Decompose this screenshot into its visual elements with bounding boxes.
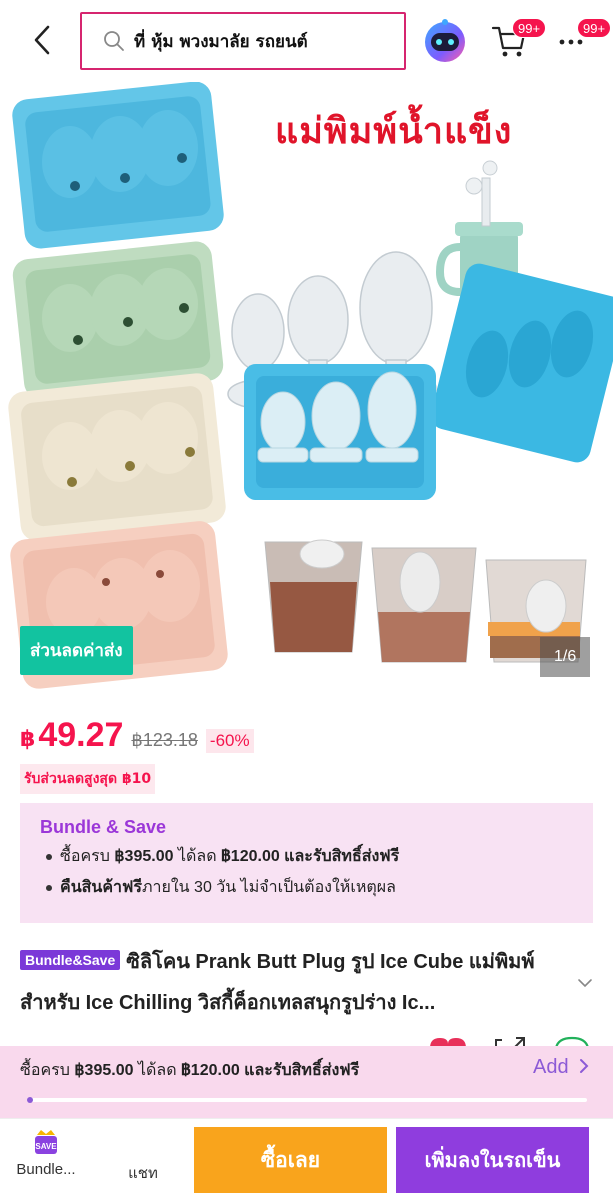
promo-text: ซื้อครบ ฿395.00 ได้ลด ฿120.00 และรับสิทธ…	[20, 1058, 359, 1083]
price-row: ฿ 49.27 ฿123.18 -60%	[20, 716, 254, 755]
bottom-action-bar: SAVE Bundle... แชท ซื้อเลย เพิ่มลงในรถเข…	[0, 1118, 613, 1199]
current-price: 49.27	[38, 716, 124, 754]
blue-ice-tray-image	[12, 82, 224, 249]
blue-tray-with-ice-image	[244, 364, 436, 500]
promo-text-part: ซื้อครบ	[20, 1062, 75, 1079]
free-return-text: ภายใน 30 วัน ไม่จำเป็นต้องให้เหตุผล	[141, 879, 396, 896]
bundle-progress-bar[interactable]: ซื้อครบ ฿395.00 ได้ลด ฿120.00 และรับสิทธ…	[0, 1046, 613, 1118]
add-more-label: Add	[533, 1056, 569, 1078]
original-price: ฿123.18	[131, 730, 198, 750]
bundle-offer-line: ซื้อครบ ฿395.00 ได้ลด ฿120.00 และรับสิทธ…	[40, 844, 573, 869]
buy-now-button[interactable]: ซื้อเลย	[194, 1127, 387, 1193]
search-icon	[104, 31, 124, 51]
bundle-offer-text: ได้ลด	[173, 848, 222, 865]
chevron-down-icon[interactable]	[574, 972, 596, 994]
add-to-cart-button[interactable]: เพิ่มลงในรถเข็น	[396, 1127, 589, 1193]
bundle-save-panel[interactable]: Bundle & Save ซื้อครบ ฿395.00 ได้ลด ฿120…	[20, 803, 593, 923]
free-return-label: คืนสินค้าฟรี	[60, 879, 142, 896]
bundle-return-line: คืนสินค้าฟรีภายใน 30 วัน ไม่จำเป็นต้องให…	[40, 875, 573, 900]
chat-icon	[128, 1127, 158, 1157]
back-button[interactable]	[24, 22, 60, 58]
bullet-icon	[46, 853, 52, 860]
beige-ice-tray-image	[8, 373, 226, 541]
bundle-nav-label: Bundle...	[16, 1161, 76, 1178]
notification-count-badge: 99+	[577, 18, 612, 38]
product-title: Bundle&Save ซิลิโคน Prank Butt Plug รูป I…	[20, 942, 580, 1024]
currency-symbol: ฿	[20, 727, 36, 752]
chevron-left-icon	[34, 25, 50, 55]
promo-threshold: ฿395.00	[74, 1062, 134, 1079]
bundle-offer-text: ซื้อครบ	[60, 848, 115, 865]
whisky-glasses-image	[264, 539, 587, 663]
svg-text:SAVE: SAVE	[35, 1142, 57, 1151]
search-query-text: ที่ หุ้ม พวงมาลัย รถยนต์	[134, 31, 308, 52]
bullet-icon	[46, 884, 52, 891]
bundle-discount: ฿120.00	[221, 848, 280, 865]
add-more-link[interactable]: Add	[533, 1056, 590, 1079]
chat-nav-label: แชท	[128, 1165, 158, 1182]
product-image-gallery[interactable]: แม่พิมพ์น้ำแข็ง ส่วนลดค่าส่ง 1/6	[0, 82, 613, 690]
chat-nav-button[interactable]: แชท	[103, 1127, 183, 1185]
bundle-threshold: ฿395.00	[114, 848, 174, 865]
bundle-nav-button[interactable]: SAVE Bundle...	[6, 1127, 86, 1178]
bundle-save-icon: SAVE	[35, 1130, 57, 1154]
bundle-save-badge: Bundle&Save	[20, 950, 121, 970]
bundle-progress-track	[27, 1097, 587, 1103]
top-header: ที่ หุ้ม พวงมาลัย รถยนต์ 99+ 99+	[0, 0, 613, 82]
search-input[interactable]: ที่ หุ้ม พวงมาลัย รถยนต์	[80, 12, 406, 70]
promo-discount: ฿120.00	[181, 1062, 240, 1079]
promo-text-part: ได้ลด	[133, 1062, 182, 1079]
image-overlay-title: แม่พิมพ์น้ำแข็ง	[275, 110, 513, 151]
discount-badge: -60%	[205, 729, 254, 753]
voucher-tag[interactable]: รับส่วนลดสูงสุด ฿10	[20, 764, 156, 794]
cart-count-badge: 99+	[512, 18, 547, 38]
shipping-discount-tag: ส่วนลดค่าส่ง	[20, 626, 133, 675]
bundle-title: Bundle & Save	[40, 817, 167, 837]
image-page-counter: 1/6	[540, 637, 591, 677]
promo-free-shipping: และรับสิทธิ์ส่งฟรี	[239, 1062, 360, 1079]
chevron-right-icon	[580, 1059, 589, 1073]
ai-assistant-icon[interactable]	[420, 18, 470, 64]
bundle-progress-fill	[27, 1097, 33, 1103]
product-photo	[8, 82, 613, 689]
bundle-free-shipping: และรับสิทธิ์ส่งฟรี	[279, 848, 400, 865]
